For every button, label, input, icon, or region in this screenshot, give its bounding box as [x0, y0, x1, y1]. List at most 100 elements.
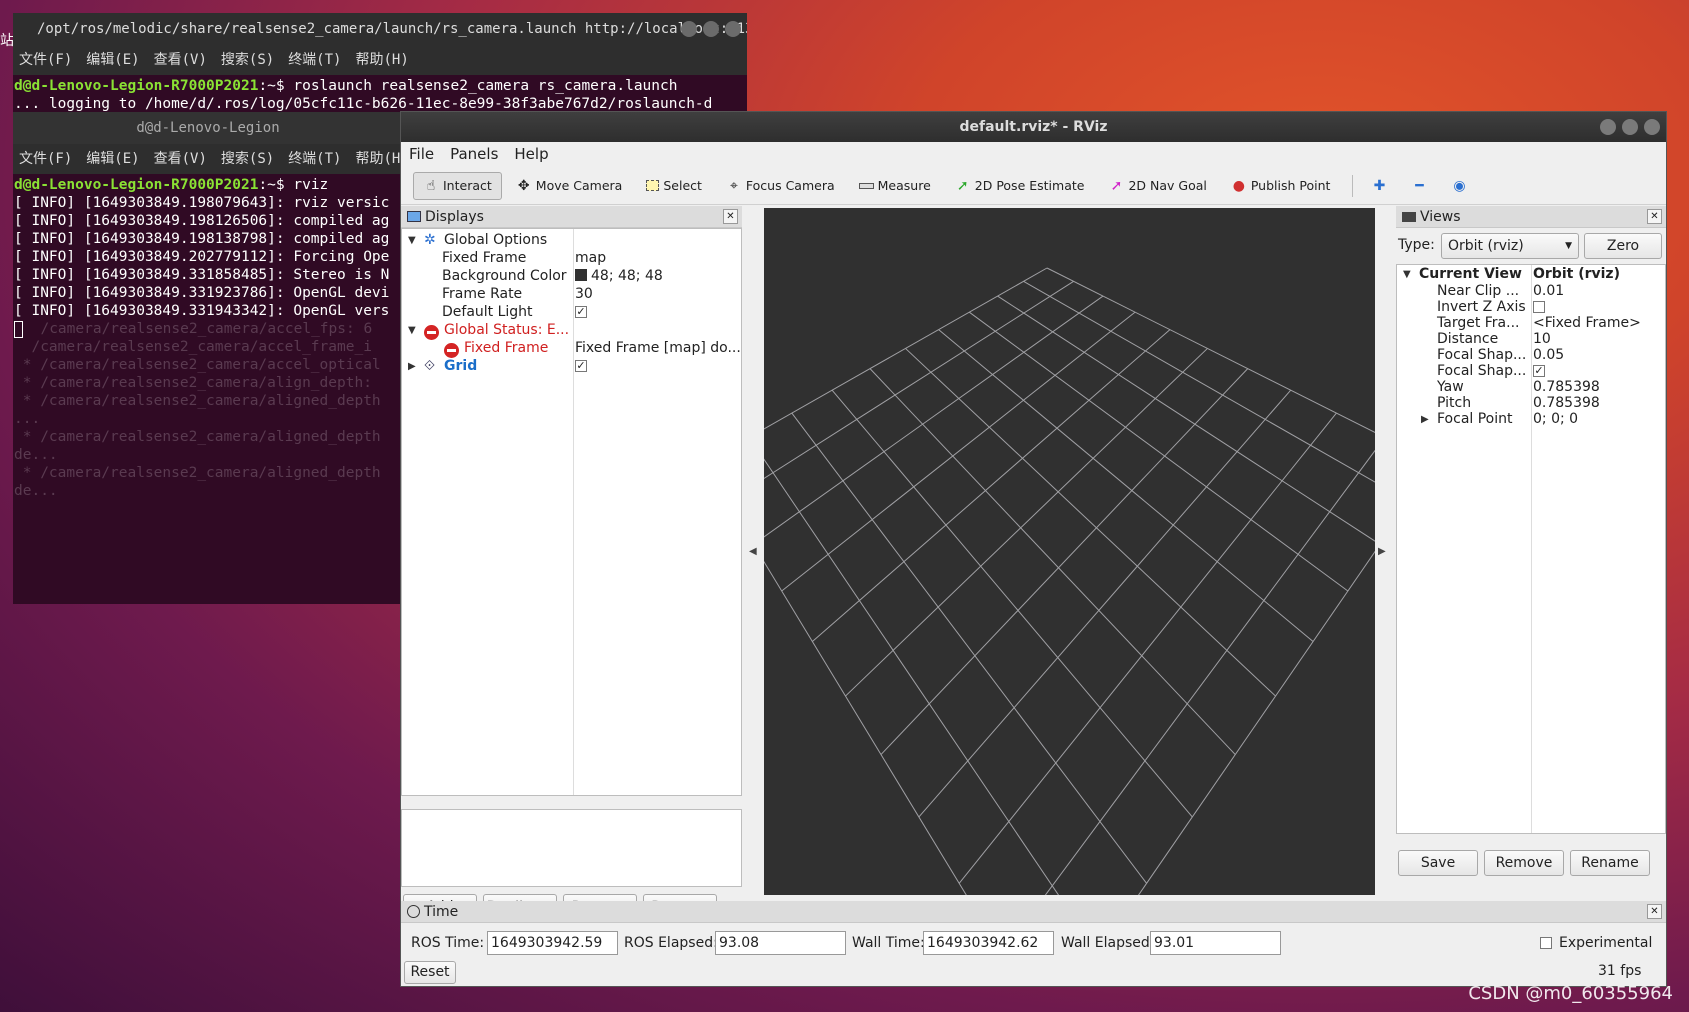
view-prop-focal-point[interactable]: ▶ Focal Point 0; 0; 0 — [1397, 410, 1665, 429]
grid-line — [905, 348, 1276, 697]
prop-background-color[interactable]: Background Color 48; 48; 48 — [402, 267, 741, 286]
tool-label: 2D Pose Estimate — [974, 178, 1085, 193]
grid-render — [764, 267, 1375, 895]
rviz-titlebar[interactable]: default.rviz* - RViz — [401, 112, 1666, 142]
eye-icon: ◉ — [1453, 177, 1466, 194]
close-icon[interactable]: ✕ — [723, 209, 738, 224]
rviz-title: default.rviz* - RViz — [959, 119, 1108, 135]
prop-value[interactable]: map — [575, 249, 606, 268]
menu-file[interactable]: 文件(F) — [19, 151, 72, 167]
output-line: [ INFO] [1649303849.202779112]: Forcing … — [14, 249, 390, 265]
view-type-select[interactable]: Orbit (rviz) ▼ — [1441, 233, 1579, 259]
focus-camera-icon: ⌖ — [729, 177, 738, 194]
minimize-button[interactable] — [681, 21, 697, 37]
menu-panels[interactable]: Panels — [450, 145, 498, 163]
maximize-button[interactable] — [703, 21, 719, 37]
ghost-line: de... — [14, 483, 58, 499]
wall-elapsed-label: Wall Elapsed: — [1061, 935, 1155, 951]
views-panel: Views ✕ Type: Orbit (rviz) ▼ Zero ▼ Curre… — [1396, 206, 1666, 896]
tree-row-global-options[interactable]: ▼ ✲ Global Options — [402, 231, 741, 250]
collapse-left-handle-icon[interactable]: ◀ — [749, 546, 757, 557]
prop-value[interactable]: 0; 0; 0 — [1533, 410, 1578, 429]
tree-row-global-status[interactable]: ▼ Global Status: E... — [402, 321, 741, 340]
menu-search[interactable]: 搜索(S) — [221, 52, 274, 68]
tool-label: Move Camera — [535, 178, 623, 193]
prop-default-light[interactable]: Default Light ✓ — [402, 303, 741, 322]
views-tree[interactable]: ▼ Current View Orbit (rviz) Near Clip ..… — [1396, 264, 1666, 834]
tool-measure[interactable]: Measure — [849, 172, 941, 199]
3d-viewport[interactable] — [764, 208, 1375, 895]
menu-file[interactable]: 文件(F) — [19, 52, 72, 68]
tool-2d-pose-estimate[interactable]: ➚ 2D Pose Estimate — [945, 172, 1095, 200]
terminal-window-roslaunch[interactable]: /opt/ros/melodic/share/realsense2_camera… — [13, 13, 747, 123]
zero-button[interactable]: Zero — [1584, 233, 1662, 259]
add-tool-button[interactable]: ✚ — [1361, 172, 1397, 200]
reset-button[interactable]: Reset — [404, 961, 456, 984]
experimental-checkbox[interactable] — [1540, 937, 1552, 949]
time-panel: Time ✕ ROS Time: 1649303942.59 ROS Elaps… — [401, 901, 1666, 986]
tool-properties-button[interactable]: ◉ — [1441, 172, 1477, 200]
menu-terminal[interactable]: 终端(T) — [288, 151, 341, 167]
displays-tree[interactable]: ▼ ✲ Global Options Fixed Frame map Backgr… — [401, 228, 742, 796]
prop-frame-rate[interactable]: Frame Rate 30 — [402, 285, 741, 304]
terminal-cursor — [14, 320, 23, 338]
remove-tool-button[interactable]: ━ — [1401, 172, 1437, 200]
tool-publish-point[interactable]: ● Publish Point — [1221, 172, 1341, 200]
rename-view-button[interactable]: Rename — [1570, 850, 1650, 876]
menu-view[interactable]: 查看(V) — [154, 151, 207, 167]
expand-arrow-icon[interactable]: ▼ — [408, 231, 416, 250]
maximize-button[interactable] — [1622, 119, 1638, 135]
tool-2d-nav-goal[interactable]: ➚ 2D Nav Goal — [1098, 172, 1216, 200]
grid-line — [764, 458, 1060, 895]
expand-arrow-icon[interactable]: ▶ — [408, 357, 416, 376]
close-button[interactable] — [1644, 119, 1660, 135]
minimize-button[interactable] — [1600, 119, 1616, 135]
menu-view[interactable]: 查看(V) — [154, 52, 207, 68]
terminal-output[interactable]: d@d-Lenovo-Legion-R7000P2021:~$ rviz [ I… — [13, 174, 403, 604]
menu-terminal[interactable]: 终端(T) — [288, 52, 341, 68]
remove-view-button[interactable]: Remove — [1484, 850, 1564, 876]
wall-elapsed-field[interactable]: 93.01 — [1150, 931, 1281, 955]
ros-elapsed-field[interactable]: 93.08 — [715, 931, 846, 955]
close-icon[interactable]: ✕ — [1647, 209, 1662, 224]
menu-search[interactable]: 搜索(S) — [221, 151, 274, 167]
prop-key: Frame Rate — [442, 286, 523, 302]
menu-file[interactable]: File — [409, 145, 434, 163]
terminal-window-rviz[interactable]: d@d-Lenovo-Legion 文件(F) 编辑(E) 查看(V) 搜索(S) 终端… — [13, 112, 409, 604]
menu-help[interactable]: 帮助(H) — [355, 52, 408, 68]
ros-time-field[interactable]: 1649303942.59 — [487, 931, 618, 955]
menu-help[interactable]: Help — [514, 145, 548, 163]
color-value[interactable]: 48; 48; 48 — [575, 267, 663, 286]
tool-select[interactable]: Select — [636, 172, 712, 199]
menu-edit[interactable]: 编辑(E) — [86, 151, 139, 167]
expand-arrow-icon[interactable]: ▼ — [408, 321, 416, 340]
terminal-titlebar[interactable]: /opt/ros/melodic/share/realsense2_camera… — [13, 13, 747, 45]
tree-row-fixed-frame-error[interactable]: Fixed Frame Fixed Frame [map] do... — [402, 339, 741, 358]
prop-key: Default Light — [442, 304, 533, 320]
grid-enabled-checkbox[interactable]: ✓ — [575, 360, 587, 372]
wall-time-field[interactable]: 1649303942.62 — [923, 931, 1054, 955]
publish-point-icon: ● — [1232, 177, 1245, 194]
close-button[interactable] — [725, 21, 741, 37]
tool-focus-camera[interactable]: ⌖ Focus Camera — [716, 172, 845, 200]
prop-fixed-frame[interactable]: Fixed Frame map — [402, 249, 741, 268]
tool-label: Focus Camera — [745, 178, 835, 193]
invert-z-checkbox[interactable] — [1533, 301, 1545, 313]
focal-shape-checkbox[interactable]: ✓ — [1533, 365, 1545, 377]
collapse-right-handle-icon[interactable]: ▶ — [1378, 546, 1386, 557]
tree-row-grid[interactable]: ▶ ⟐ Grid ✓ — [402, 357, 741, 376]
expand-arrow-icon[interactable]: ▶ — [1421, 410, 1429, 429]
close-icon[interactable]: ✕ — [1647, 904, 1662, 919]
tree-label: Fixed Frame — [464, 340, 549, 356]
tool-interact[interactable]: ☝ Interact — [413, 171, 502, 200]
menu-edit[interactable]: 编辑(E) — [86, 52, 139, 68]
tool-move-camera[interactable]: ✥ Move Camera — [506, 172, 633, 200]
default-light-checkbox[interactable]: ✓ — [575, 306, 587, 318]
terminal-titlebar[interactable]: d@d-Lenovo-Legion — [13, 112, 403, 144]
save-view-button[interactable]: Save — [1398, 850, 1478, 876]
rviz-window[interactable]: default.rviz* - RViz File Panels Help ☝ Int… — [400, 111, 1667, 987]
prompt-path: :~$ — [258, 78, 294, 94]
grid-line — [969, 311, 1349, 592]
prop-value[interactable]: 30 — [575, 285, 593, 304]
watermark: CSDN @m0_60355964 — [1468, 983, 1673, 1004]
